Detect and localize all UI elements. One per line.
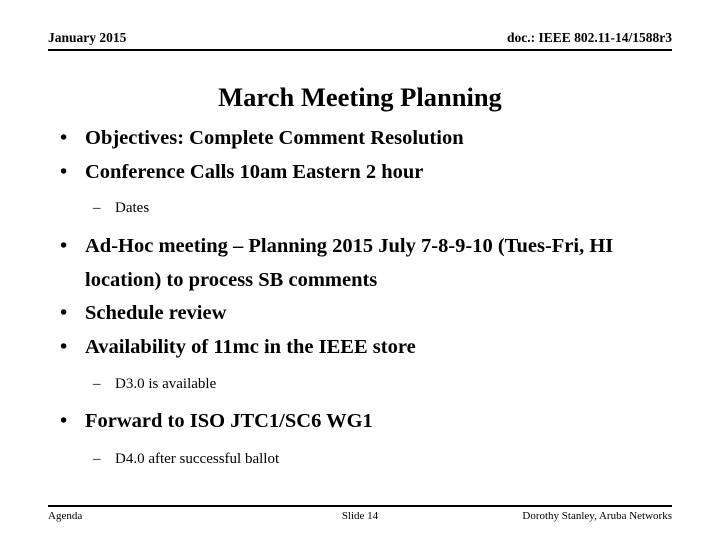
footer-divider	[48, 505, 672, 507]
bullet-text: Schedule review	[85, 302, 227, 324]
sub-bullet-text: D4.0 after successful ballot	[115, 450, 280, 467]
dash-icon: –	[93, 450, 101, 467]
slide-body: • Objectives: Complete Comment Resolutio…	[48, 122, 678, 470]
slide-footer: Agenda Slide 14 Dorothy Stanley, Aruba N…	[48, 509, 672, 525]
bullet-item: • Availability of 11mc in the IEEE store	[48, 331, 678, 365]
bullet-item: • Objectives: Complete Comment Resolutio…	[48, 122, 678, 156]
sub-bullet-item: – D4.0 after successful ballot	[48, 448, 678, 470]
bullet-item: • Forward to ISO JTC1/SC6 WG1	[48, 405, 678, 439]
bullet-dot-icon: •	[60, 127, 68, 149]
bullet-item: • Ad-Hoc meeting – Planning 2015 July 7-…	[48, 230, 678, 297]
slide-header: January 2015 doc.: IEEE 802.11-14/1588r3	[48, 30, 672, 52]
bullet-text: Availability of 11mc in the IEEE store	[85, 335, 416, 358]
header-doc-number: doc.: IEEE 802.11-14/1588r3	[506, 30, 672, 45]
bullet-dot-icon: •	[60, 410, 68, 432]
sub-bullet-text: D3.0 is available	[115, 376, 217, 392]
dash-icon: –	[93, 200, 101, 216]
bullet-item: • Schedule review	[48, 297, 678, 331]
footer-author: Dorothy Stanley, Aruba Networks	[522, 510, 672, 522]
bullet-item: • Conference Calls 10am Eastern 2 hour	[48, 156, 678, 190]
bullet-text: Forward to ISO JTC1/SC6 WG1	[85, 410, 373, 432]
bullet-dot-icon: •	[60, 160, 68, 183]
bullet-dot-icon: •	[60, 302, 68, 324]
bullet-text: Conference Calls 10am Eastern 2 hour	[85, 160, 424, 183]
sub-bullet-text: Dates	[115, 200, 150, 216]
header-divider	[48, 49, 672, 51]
bullet-text: Objectives: Complete Comment Resolution	[85, 127, 464, 149]
bullet-dot-icon: •	[60, 335, 68, 358]
sub-bullet-item: – D3.0 is available	[48, 373, 678, 395]
page-title: March Meeting Planning	[218, 82, 502, 112]
sub-bullet-item: – Dates	[48, 197, 678, 219]
dash-icon: –	[93, 376, 101, 392]
bullet-dot-icon: •	[60, 235, 68, 257]
slide: January 2015 doc.: IEEE 802.11-14/1588r3…	[0, 0, 720, 540]
header-date: January 2015	[48, 30, 127, 45]
header-row: January 2015 doc.: IEEE 802.11-14/1588r3	[48, 30, 672, 46]
bullet-text: Ad-Hoc meeting – Planning 2015 July 7-8-…	[85, 235, 614, 291]
